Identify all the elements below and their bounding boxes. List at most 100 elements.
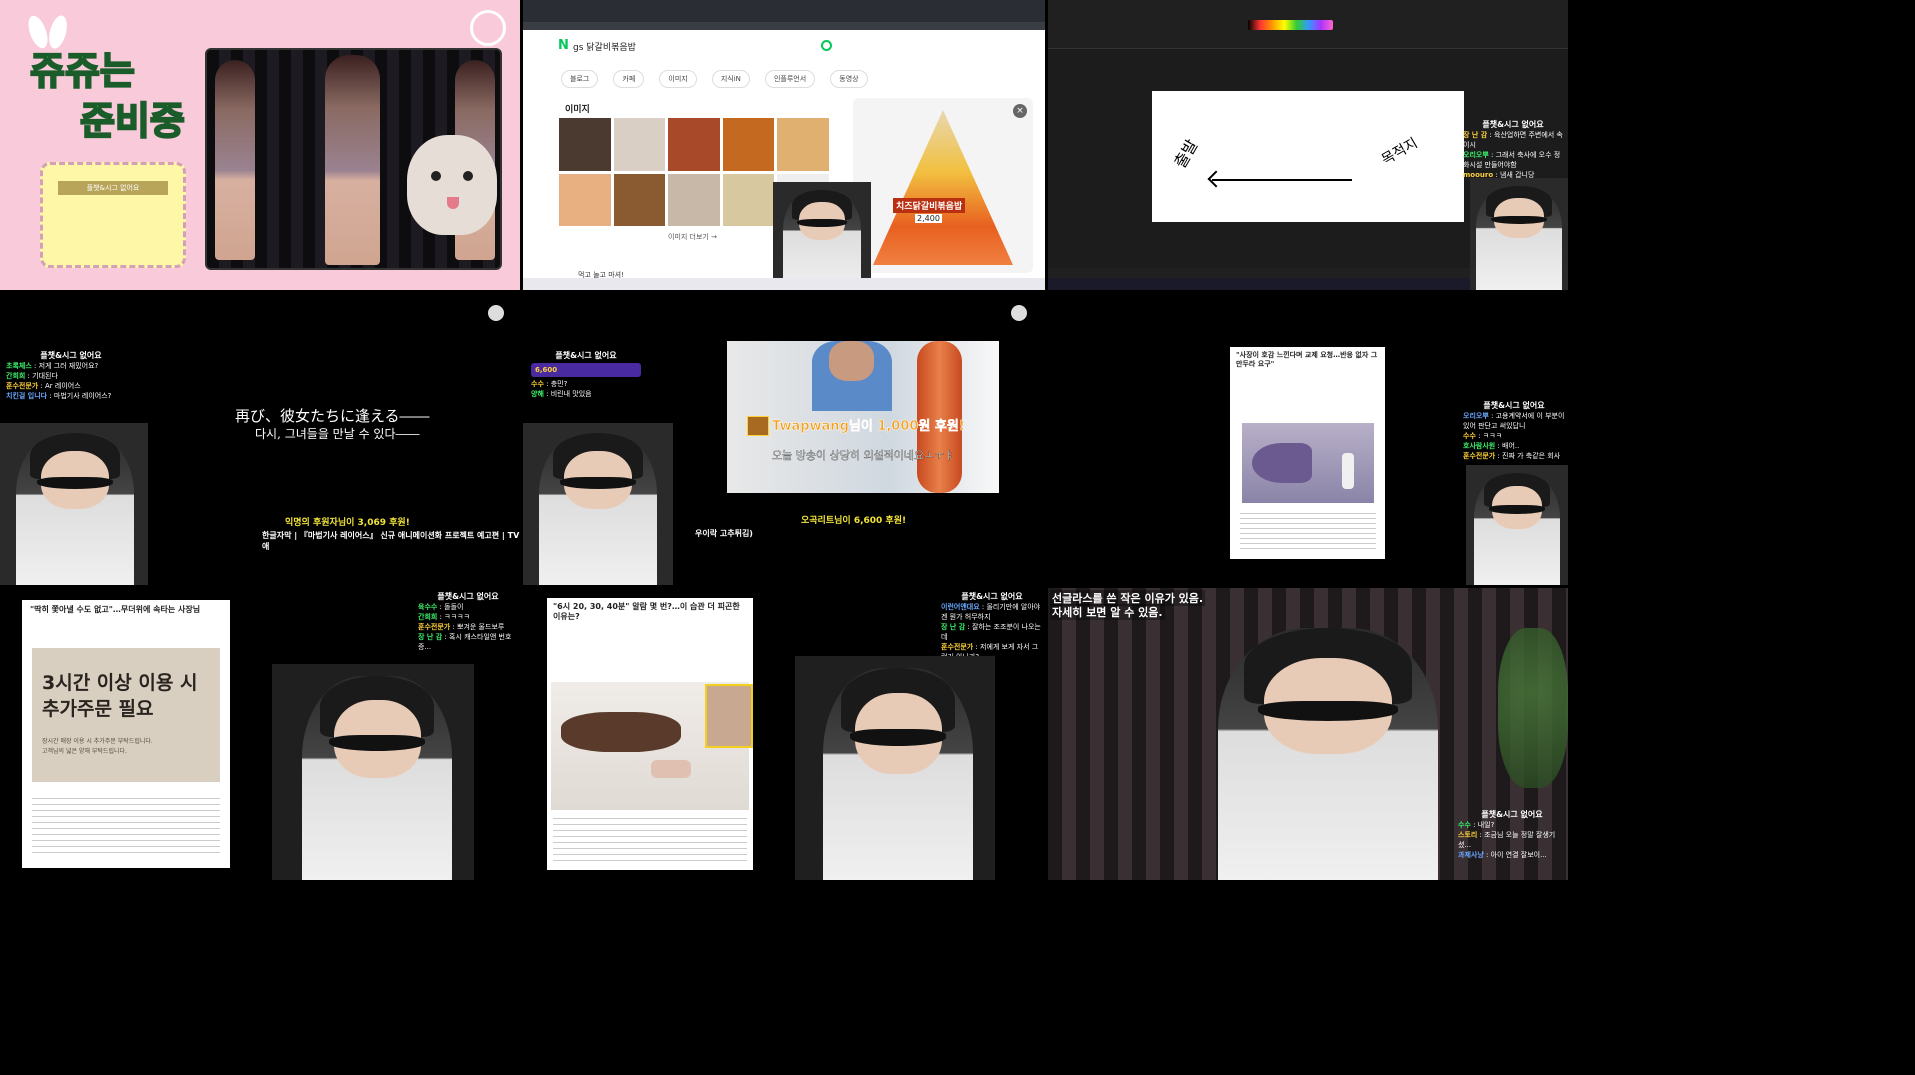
sign-line-1: 3시간 이상 이용 시 <box>42 672 198 694</box>
cat-sticker-icon <box>488 305 504 321</box>
tab-kin[interactable]: 지식iN <box>711 70 750 88</box>
chat-line: 호사람사원 : 배어.. <box>1463 442 1520 450</box>
chat-header: 플챗&시그 없어요 <box>1481 810 1543 819</box>
chat-line: 양해 : 비린내 맛있음 <box>531 390 592 398</box>
article-image <box>1242 423 1374 503</box>
subtitle-jp: 再び、彼女たちに逢える―― <box>235 407 430 425</box>
chat-line: 장 난 감 : 잘하는 조조분이 나오는데 <box>941 623 1041 641</box>
chat-msg: 비린내 맛있음 <box>550 390 592 398</box>
chat-msg: 충민? <box>550 380 568 388</box>
chat-overlay: 플챗&시그 없어요 육수수 : 돌돌이 간희희 : ㅋㅋㅋㅋ 훈수전문가 : 뽀… <box>418 592 518 652</box>
chat-user: 초록체스 <box>6 362 32 370</box>
image-thumb[interactable] <box>668 173 720 226</box>
article-title: "사장이 호감 느낀다며 교제 요청…반응 없자 그만두라 요구" <box>1236 351 1378 368</box>
chat-user: 과제사냥 <box>1458 851 1484 859</box>
search-input[interactable]: gs 닭갈비볶음밥 <box>573 40 636 53</box>
figure-illustration <box>1342 453 1354 489</box>
streamer-cam <box>1466 465 1568 585</box>
close-icon[interactable]: × <box>1013 104 1027 118</box>
sleeping-figure <box>561 712 681 752</box>
chat-line: 육수수 : 돌돌이 <box>418 603 464 611</box>
cat-eye-right <box>463 171 473 181</box>
image-thumb[interactable] <box>559 118 611 171</box>
streamer-cam <box>1470 178 1568 290</box>
streamer-cam <box>523 423 673 585</box>
image-thumb[interactable] <box>613 173 666 226</box>
chat-line: 수수 : 충민? <box>531 380 568 388</box>
drawing-arrowhead <box>1207 170 1225 188</box>
video-cell-2: N gs 닭갈비볶음밥 블로그 카페 이미지 지식iN 인플루언서 동영상 이미… <box>523 0 1045 290</box>
title-line-1: 쥬쥬는 <box>29 48 136 94</box>
video-cell-5: 플챗&시그 없어요 6,600 수수 : 충민? 양해 : 비린내 맛있음 Tw… <box>523 293 1045 585</box>
more-images-link[interactable]: 이미지 더보기 → <box>668 232 717 242</box>
video-cell-4: 플챗&시그 없어요 초록체스 : 저게 그러 재밌어요? 간희희 : 기대된다 … <box>0 293 520 585</box>
tab-influencer[interactable]: 인플루언서 <box>764 70 816 88</box>
badge-amount: 6,600 <box>535 366 558 374</box>
image-thumb[interactable] <box>559 173 611 226</box>
tab-image[interactable]: 이미지 <box>659 70 697 88</box>
color-palette[interactable] <box>1248 20 1333 30</box>
chat-user: 오리오뿌 <box>1463 412 1489 420</box>
chat-user: 간희희 <box>418 613 438 621</box>
chat-user: 훈수전문가 <box>1463 452 1496 460</box>
dance-video-frame <box>205 48 502 270</box>
sign-line-2: 추가주문 필요 <box>42 698 154 720</box>
image-thumb[interactable] <box>722 173 775 226</box>
chat-line: 간희희 : ㅋㅋㅋㅋ <box>418 613 470 621</box>
caption-line-2: 자세히 보면 알 수 있음. <box>1050 604 1165 620</box>
chat-overlay: 플챗&시그 없어요 장 난 감 : 육산업하면 주변에서 속이시 오리오뿌 : … <box>1463 120 1563 180</box>
chat-user: 장 난 감 <box>1463 131 1488 139</box>
article-page: "딱히 쫓아낼 수도 없고"…무더위에 속타는 사장님 3시간 이상 이용 시 … <box>22 600 230 868</box>
donation-chest-icon <box>747 416 769 436</box>
chat-msg: Ar 레이어스 <box>45 382 81 390</box>
chat-box-label: 플챗&시그 없어요 <box>58 181 168 195</box>
image-thumb[interactable] <box>613 118 666 171</box>
chat-line: 오리오뿌 : 그래서 축사에 오수 정화시설 만들어야함 <box>1463 151 1561 169</box>
image-thumb[interactable] <box>668 118 720 171</box>
chat-user: 수수 <box>531 380 544 388</box>
video-cell-7: "딱히 쫓아낼 수도 없고"…무더위에 속타는 사장님 3시간 이상 이용 시 … <box>0 588 520 880</box>
tab-blog[interactable]: 블로그 <box>561 70 599 88</box>
donation-alert: 오곡리트님이 6,600 후원! <box>801 516 907 526</box>
video-cell-9: 선글라스를 쓴 작은 이유가 있음. 자세히 보면 알 수 있음. 플챗&시그 … <box>1048 588 1568 880</box>
chat-line: 과제사냥 : 아이 연결 잘보이... <box>1458 851 1547 859</box>
chat-user: 장 난 감 <box>418 633 443 641</box>
tab-video[interactable]: 동영상 <box>830 70 868 88</box>
chat-user: 양해 <box>531 390 544 398</box>
video-cell-1: 쥬쥬는 준비중 플챗&시그 없어요 <box>0 0 520 290</box>
chat-msg: 돌돌이 <box>444 603 464 611</box>
article-title: "딱히 쫓아낼 수도 없고"…무더위에 속타는 사장님 <box>30 605 201 614</box>
chat-box: 플챗&시그 없어요 <box>40 162 186 268</box>
image-thumb[interactable] <box>722 118 775 171</box>
phone-hand <box>651 760 691 778</box>
chat-line: 장 난 감 : 혹시 캐스타일앤 번호증... <box>418 633 512 651</box>
chat-user: 이런어앤대요 <box>941 603 980 611</box>
chat-header: 플챗&시그 없어요 <box>40 351 102 360</box>
chat-line: 간희희 : 기대된다 <box>6 372 58 380</box>
search-icon[interactable] <box>821 40 832 51</box>
chat-overlay: 플챗&시그 없어요 수수 : 내일? 스토리 : 조금님 오늘 정말 잘생기셨.… <box>1458 810 1566 860</box>
paint-canvas[interactable]: 출발 목적지 <box>1152 91 1464 222</box>
cat-tongue <box>447 197 459 209</box>
image-thumb[interactable] <box>777 118 829 171</box>
chat-user: 장 난 감 <box>941 623 966 631</box>
chat-line: 훈수전문가 : 뽀겨운 울드보루 <box>418 623 505 631</box>
chat-msg: 진짜 가 축같은 회사 <box>1502 452 1561 460</box>
video-caption: 우이락 고추튀김) <box>695 529 753 538</box>
article-title: "6시 20, 30, 40분" 알람 몇 번?…이 습관 더 피곤한 이유는? <box>553 602 740 621</box>
video-message: 오늘 방송이 상당히 외설적이네요ㅗㅜㅑ <box>772 449 955 462</box>
sign-sub-2: 고객님의 넓은 양해 부탁드립니다. <box>42 748 127 755</box>
streamer-cam <box>0 423 148 585</box>
tab-cafe[interactable]: 카페 <box>613 70 645 88</box>
inset-photo <box>705 684 753 748</box>
plant-decor <box>1498 628 1568 788</box>
chat-line: 스토리 : 조금님 오늘 정말 잘생기셨... <box>1458 831 1556 849</box>
drawing-text-right: 목적지 <box>1379 135 1421 169</box>
chat-line: 수수 : ㅋㅋㅋ <box>1463 432 1503 440</box>
search-tabs: 블로그 카페 이미지 지식iN 인플루언서 동영상 <box>561 66 878 88</box>
naver-logo[interactable]: N <box>558 38 569 53</box>
man-face <box>829 341 874 381</box>
chat-line: 초록체스 : 저게 그러 재밌어요? <box>6 362 99 370</box>
chat-header: 플챗&시그 없어요 <box>437 592 499 601</box>
product-label: 치즈닭갈비볶음밥 <box>893 198 966 213</box>
